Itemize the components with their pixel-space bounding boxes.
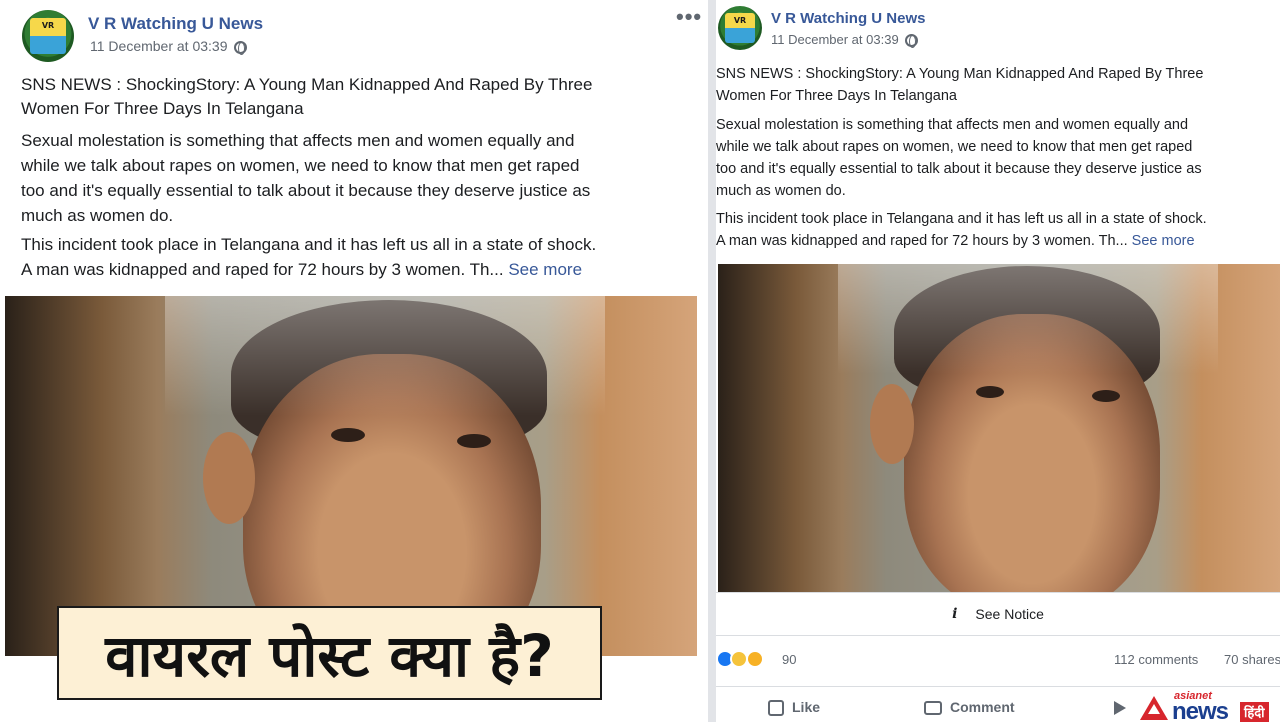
like-button[interactable]: Like: [768, 699, 821, 717]
globe-icon: [904, 34, 918, 49]
wow-reaction-icon: [746, 650, 764, 668]
paragraph-line: while we talk about rapes on women, we n…: [716, 139, 1193, 155]
logo-triangle-icon: [1140, 696, 1168, 720]
globe-icon: [233, 40, 247, 55]
info-icon: i: [952, 606, 958, 622]
comment-button[interactable]: Comment: [924, 699, 1015, 716]
paragraph-text: A man was kidnapped and raped for 72 hou…: [716, 233, 1128, 249]
page-avatar[interactable]: VR: [22, 10, 74, 62]
paragraph-line: too and it's equally essential to talk a…: [21, 181, 591, 200]
photo-glare: [838, 264, 1218, 374]
comment-icon: [924, 701, 942, 716]
logo-hindi-text: हिंदी: [1240, 702, 1269, 722]
comments-count[interactable]: 112 comments: [1114, 652, 1198, 667]
photo-ear: [870, 384, 914, 464]
timestamp-text: 11 December at 03:39: [771, 32, 899, 47]
paragraph-line: while we talk about rapes on women, we n…: [21, 156, 580, 175]
photo-eye-right: [457, 434, 491, 448]
paragraph-line: much as women do.: [716, 183, 846, 199]
photo-ear: [203, 432, 255, 524]
paragraph-line: A man was kidnapped and raped for 72 hou…: [21, 257, 596, 282]
share-icon: [1114, 701, 1126, 716]
post-timestamp[interactable]: 11 December at 03:39: [771, 32, 918, 49]
timestamp-text: 11 December at 03:39: [90, 38, 228, 54]
right-post: VR V R Watching U News 11 December at 03…: [716, 0, 1280, 722]
see-more-link[interactable]: See more: [508, 260, 582, 279]
post-headline: SNS NEWS : ShockingStory: A Young Man Ki…: [21, 73, 592, 121]
headline-line: Women For Three Days In Telangana: [716, 88, 957, 104]
photo-eye-left: [976, 386, 1004, 398]
left-post: VR V R Watching U News 11 December at 03…: [0, 0, 708, 722]
like-label: Like: [792, 699, 821, 715]
post-paragraph-2: This incident took place in Telangana an…: [716, 208, 1207, 252]
post-paragraph-2: This incident took place in Telangana an…: [21, 232, 596, 282]
panel-divider: [708, 0, 716, 722]
photo-eye-right: [1092, 390, 1120, 402]
paragraph-line: much as women do.: [21, 206, 174, 225]
avatar-logo-icon: VR: [724, 12, 756, 44]
paragraph-line: Sexual molestation is something that aff…: [716, 117, 1189, 133]
see-notice-label: See Notice: [975, 606, 1044, 622]
post-paragraph-1: Sexual molestation is something that aff…: [21, 128, 590, 228]
post-timestamp[interactable]: 11 December at 03:39: [90, 38, 247, 55]
page-name-link[interactable]: V R Watching U News: [771, 10, 925, 27]
page-name-link[interactable]: V R Watching U News: [88, 14, 263, 34]
more-options-button[interactable]: •••: [676, 4, 702, 30]
share-button[interactable]: [1114, 699, 1126, 716]
shares-count[interactable]: 70 shares: [1224, 652, 1280, 667]
asianet-news-logo: asianet news हिंदी: [1140, 690, 1280, 722]
headline-line: Women For Three Days In Telangana: [21, 99, 304, 118]
page-avatar[interactable]: VR: [718, 6, 762, 50]
avatar-logo-icon: VR: [29, 17, 67, 55]
paragraph-line: This incident took place in Telangana an…: [716, 211, 1207, 227]
see-notice-bar[interactable]: i See Notice: [716, 592, 1280, 636]
paragraph-line: Sexual molestation is something that aff…: [21, 131, 575, 150]
headline-line: SNS NEWS : ShockingStory: A Young Man Ki…: [21, 75, 593, 94]
post-photo[interactable]: [5, 296, 697, 656]
paragraph-line: A man was kidnapped and raped for 72 hou…: [716, 230, 1207, 252]
paragraph-line: too and it's equally essential to talk a…: [716, 161, 1202, 177]
comment-label: Comment: [950, 699, 1015, 715]
photo-glare: [165, 296, 605, 416]
headline-line: SNS NEWS : ShockingStory: A Young Man Ki…: [716, 66, 1204, 82]
reactions-bar: 90 112 comments 70 shares: [716, 648, 1280, 674]
post-photo[interactable]: [718, 264, 1280, 592]
paragraph-line: This incident took place in Telangana an…: [21, 235, 597, 254]
thumbs-up-icon: [768, 700, 784, 717]
photo-eye-left: [331, 428, 365, 442]
see-more-link[interactable]: See more: [1132, 233, 1195, 249]
reaction-count[interactable]: 90: [782, 652, 796, 667]
post-paragraph-1: Sexual molestation is something that aff…: [716, 114, 1202, 202]
paragraph-text: A man was kidnapped and raped for 72 hou…: [21, 260, 504, 279]
post-headline: SNS NEWS : ShockingStory: A Young Man Ki…: [716, 63, 1203, 107]
logo-news-text: news: [1172, 698, 1229, 722]
hindi-caption-banner: वायरल पोस्ट क्या है?: [57, 606, 602, 700]
